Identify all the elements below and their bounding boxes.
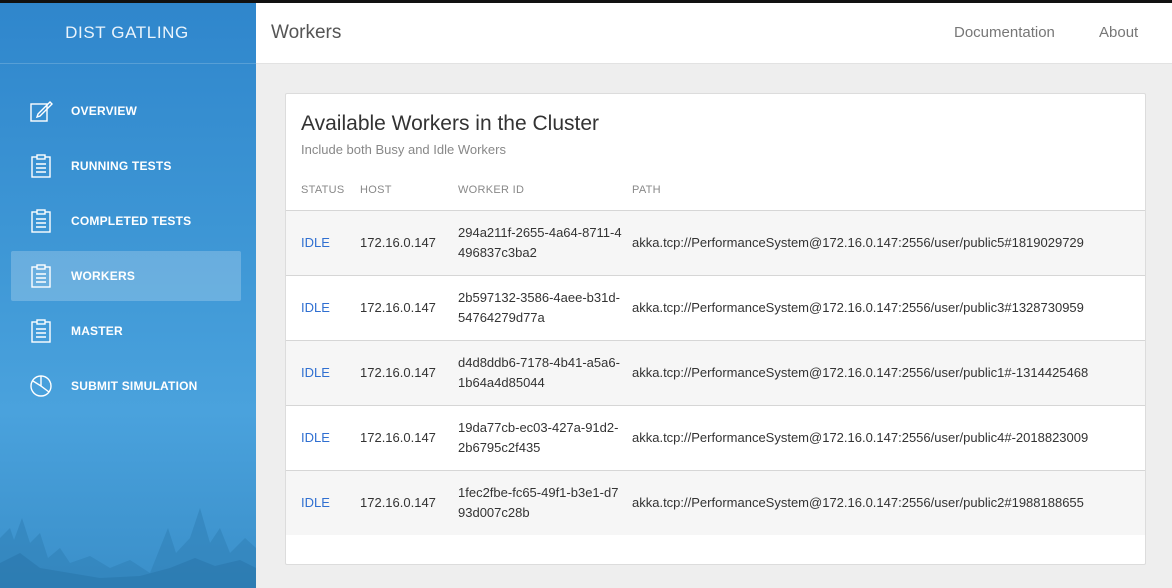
status-badge[interactable]: IDLE — [301, 300, 330, 315]
sidebar-item-label: MASTER — [71, 324, 123, 338]
worker-id-cell: 294a211f-2655-4a64-8711-4496837c3ba2 — [458, 224, 622, 260]
sidebar-item-label: COMPLETED TESTS — [71, 214, 192, 228]
host-cell: 172.16.0.147 — [360, 275, 458, 341]
sidebar-nav: OVERVIEW RUNNING TESTS COMPLETED TESTS W… — [0, 86, 256, 416]
sidebar: DIST GATLING OVERVIEW RUNNING TESTS COMP… — [0, 0, 256, 588]
pie-chart-icon — [28, 373, 54, 399]
sidebar-item-label: WORKERS — [71, 269, 136, 283]
table-row: IDLE 172.16.0.147 294a211f-2655-4a64-871… — [286, 210, 1145, 276]
app-brand[interactable]: DIST GATLING — [0, 0, 256, 64]
page-title: Workers — [271, 22, 342, 43]
clipboard-icon — [28, 318, 54, 344]
documentation-link[interactable]: Documentation — [954, 24, 1055, 41]
clipboard-icon — [28, 263, 54, 289]
sidebar-item-overview[interactable]: OVERVIEW — [11, 86, 241, 136]
sidebar-item-label: OVERVIEW — [71, 104, 138, 118]
host-cell: 172.16.0.147 — [360, 470, 458, 535]
top-header: Workers Documentation About — [256, 3, 1172, 64]
forest-background-illustration — [0, 508, 256, 588]
workers-table: STATUS HOST WORKER ID PATH IDLE 172.16.0… — [286, 184, 1145, 535]
clipboard-icon — [28, 208, 54, 234]
sidebar-item-completed-tests[interactable]: COMPLETED TESTS — [11, 196, 241, 246]
column-header-path: PATH — [632, 184, 1145, 211]
host-cell: 172.16.0.147 — [360, 405, 458, 471]
edit-icon — [28, 98, 54, 124]
sidebar-item-workers[interactable]: WORKERS — [11, 251, 241, 301]
path-cell: akka.tcp://PerformanceSystem@172.16.0.14… — [632, 405, 1145, 471]
path-cell: akka.tcp://PerformanceSystem@172.16.0.14… — [632, 210, 1145, 276]
worker-id-cell: 19da77cb-ec03-427a-91d2-2b6795c2f435 — [458, 419, 619, 455]
sidebar-item-label: RUNNING TESTS — [71, 159, 172, 173]
column-header-host: HOST — [360, 184, 458, 211]
sidebar-item-label: SUBMIT SIMULATION — [71, 379, 198, 393]
path-cell: akka.tcp://PerformanceSystem@172.16.0.14… — [632, 275, 1145, 341]
host-cell: 172.16.0.147 — [360, 210, 458, 276]
sidebar-item-submit-simulation[interactable]: SUBMIT SIMULATION — [11, 361, 241, 411]
status-badge[interactable]: IDLE — [301, 365, 330, 380]
window-top-border — [0, 0, 1172, 3]
workers-card: Available Workers in the Cluster Include… — [285, 93, 1146, 565]
path-cell: akka.tcp://PerformanceSystem@172.16.0.14… — [632, 340, 1145, 406]
status-badge[interactable]: IDLE — [301, 430, 330, 445]
card-title: Available Workers in the Cluster — [301, 112, 600, 135]
status-badge[interactable]: IDLE — [301, 495, 330, 510]
table-header-row: STATUS HOST WORKER ID PATH — [286, 184, 1145, 211]
table-row: IDLE 172.16.0.147 d4d8ddb6-7178-4b41-a5a… — [286, 340, 1145, 406]
card-subtitle: Include both Busy and Idle Workers — [301, 142, 506, 157]
about-link[interactable]: About — [1099, 24, 1138, 41]
path-cell: akka.tcp://PerformanceSystem@172.16.0.14… — [632, 470, 1145, 535]
worker-id-cell: d4d8ddb6-7178-4b41-a5a6-1b64a4d85044 — [458, 354, 620, 390]
main-content: Available Workers in the Cluster Include… — [256, 64, 1172, 588]
worker-id-cell: 1fec2fbe-fc65-49f1-b3e1-d793d007c28b — [458, 484, 619, 520]
column-header-status: STATUS — [286, 184, 360, 211]
column-header-worker-id: WORKER ID — [458, 184, 632, 211]
sidebar-item-running-tests[interactable]: RUNNING TESTS — [11, 141, 241, 191]
sidebar-item-master[interactable]: MASTER — [11, 306, 241, 356]
status-badge[interactable]: IDLE — [301, 235, 330, 250]
table-row: IDLE 172.16.0.147 19da77cb-ec03-427a-91d… — [286, 405, 1145, 471]
worker-id-cell: 2b597132-3586-4aee-b31d-54764279d77a — [458, 289, 620, 325]
clipboard-icon — [28, 153, 54, 179]
table-row: IDLE 172.16.0.147 1fec2fbe-fc65-49f1-b3e… — [286, 470, 1145, 535]
host-cell: 172.16.0.147 — [360, 340, 458, 406]
table-row: IDLE 172.16.0.147 2b597132-3586-4aee-b31… — [286, 275, 1145, 341]
